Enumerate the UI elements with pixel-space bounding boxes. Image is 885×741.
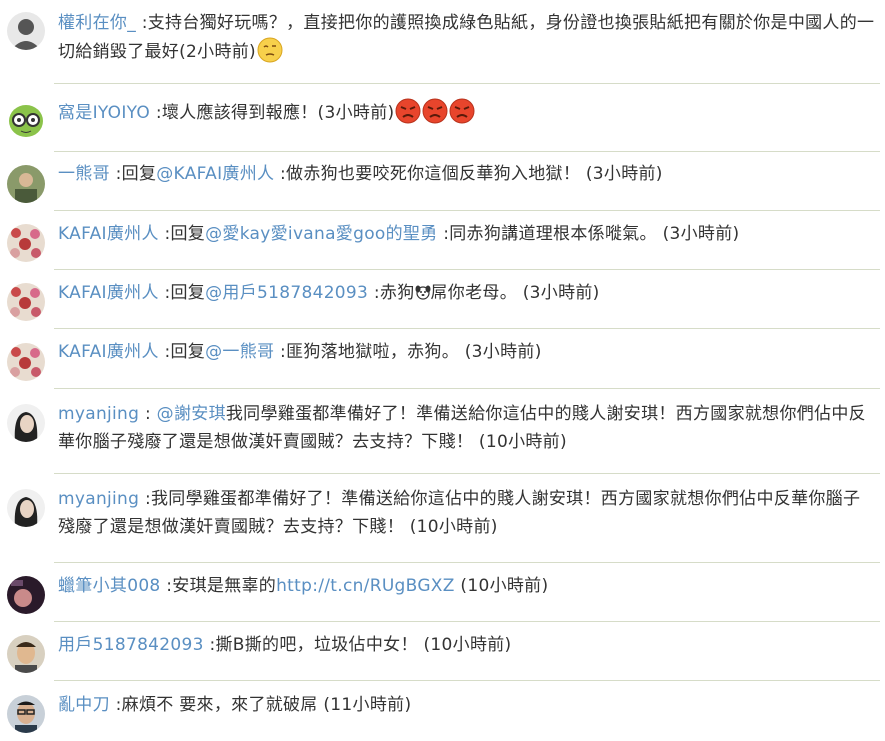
timestamp: (3小時前) bbox=[585, 164, 663, 184]
separator bbox=[54, 473, 880, 474]
separator bbox=[54, 562, 880, 563]
username-link[interactable]: KAFAI廣州人 bbox=[58, 224, 159, 244]
dog-face-icon bbox=[415, 281, 431, 300]
mention-link[interactable]: @愛kay愛ivana愛goo的聖勇 bbox=[205, 224, 437, 244]
comment-list: 權利在你_ :支持台獨好玩嗎？，直接把你的護照換成綠色貼紙，身份證也換張貼紙把有… bbox=[0, 0, 885, 741]
separator bbox=[54, 151, 880, 152]
timestamp: (2小時前) bbox=[179, 42, 256, 62]
comment-text: 壞人應該得到報應！ bbox=[161, 103, 318, 123]
separator bbox=[54, 210, 880, 211]
username-link[interactable]: 亂中刀 bbox=[58, 695, 110, 715]
comment-text: 做赤狗也要咬死你這個反華狗入地獄！ bbox=[286, 164, 581, 184]
comment-text: 赤狗 bbox=[379, 283, 415, 303]
comment-text: 撕B撕的吧，垃圾佔中女！ bbox=[215, 635, 418, 655]
short-url-link[interactable]: http://t.cn/RUgBGXZ bbox=[276, 576, 455, 596]
username-link[interactable]: myanjing bbox=[58, 489, 139, 509]
mention-link[interactable]: @一熊哥 bbox=[205, 342, 274, 362]
separator bbox=[54, 680, 880, 681]
avatar[interactable] bbox=[7, 695, 45, 733]
avatar[interactable] bbox=[7, 635, 45, 673]
separator bbox=[54, 83, 880, 84]
timestamp: (10小時前) bbox=[409, 517, 498, 537]
timestamp: (3小時前) bbox=[317, 103, 395, 123]
timestamp: (11小時前) bbox=[323, 695, 412, 715]
username-link[interactable]: 權利在你_ bbox=[58, 13, 136, 33]
comment-text: 同赤狗講道理根本係嘥氣。 bbox=[449, 224, 657, 244]
timestamp: (10小時前) bbox=[478, 432, 567, 452]
reply-prefix: 回复 bbox=[170, 224, 206, 244]
username-link[interactable]: KAFAI廣州人 bbox=[58, 342, 159, 362]
timestamp: (10小時前) bbox=[460, 576, 549, 596]
comment-text: 匪狗落地獄啦，赤狗。 bbox=[286, 342, 460, 362]
reply-prefix: 回复 bbox=[170, 283, 206, 303]
timestamp: (10小時前) bbox=[423, 635, 512, 655]
username-link[interactable]: KAFAI廣州人 bbox=[58, 283, 159, 303]
comment-text: 麻煩不 要來，來了就破屌 bbox=[121, 695, 318, 715]
username-link[interactable]: myanjing bbox=[58, 404, 139, 424]
username-link[interactable]: 窩是IYOIYO bbox=[58, 103, 150, 123]
separator bbox=[54, 388, 880, 389]
username-link[interactable]: 一熊哥 bbox=[58, 164, 110, 184]
mention-link[interactable]: @用戶5187842093 bbox=[205, 283, 368, 303]
angry-emoji-icon bbox=[422, 98, 448, 124]
separator bbox=[54, 328, 880, 329]
avatar[interactable] bbox=[7, 224, 45, 262]
comment-text: 安琪是無辜的 bbox=[172, 576, 277, 596]
avatar[interactable] bbox=[7, 576, 45, 614]
timestamp: (3小時前) bbox=[464, 342, 542, 362]
separator bbox=[54, 621, 880, 622]
reply-prefix: 回复 bbox=[121, 164, 157, 184]
avatar[interactable] bbox=[7, 343, 45, 381]
separator bbox=[54, 269, 880, 270]
angry-emoji-icon bbox=[395, 98, 421, 124]
avatar[interactable] bbox=[7, 12, 45, 50]
timestamp: (3小時前) bbox=[522, 283, 600, 303]
mention-link[interactable]: @KAFAI廣州人 bbox=[156, 164, 274, 184]
angry-emoji-icon bbox=[449, 98, 475, 124]
avatar[interactable] bbox=[7, 165, 45, 203]
comment-text: 屌你老母。 bbox=[430, 283, 517, 303]
avatar[interactable] bbox=[7, 489, 45, 527]
avatar[interactable] bbox=[7, 101, 45, 139]
reply-prefix: 回复 bbox=[170, 342, 206, 362]
username-link[interactable]: 用戶5187842093 bbox=[58, 635, 204, 655]
avatar[interactable] bbox=[7, 283, 45, 321]
thinking-emoji-icon bbox=[257, 37, 283, 63]
username-link[interactable]: 蠟筆小其008 bbox=[58, 576, 161, 596]
avatar[interactable] bbox=[7, 404, 45, 442]
mention-link[interactable]: @謝安琪 bbox=[157, 404, 226, 424]
timestamp: (3小時前) bbox=[662, 224, 740, 244]
